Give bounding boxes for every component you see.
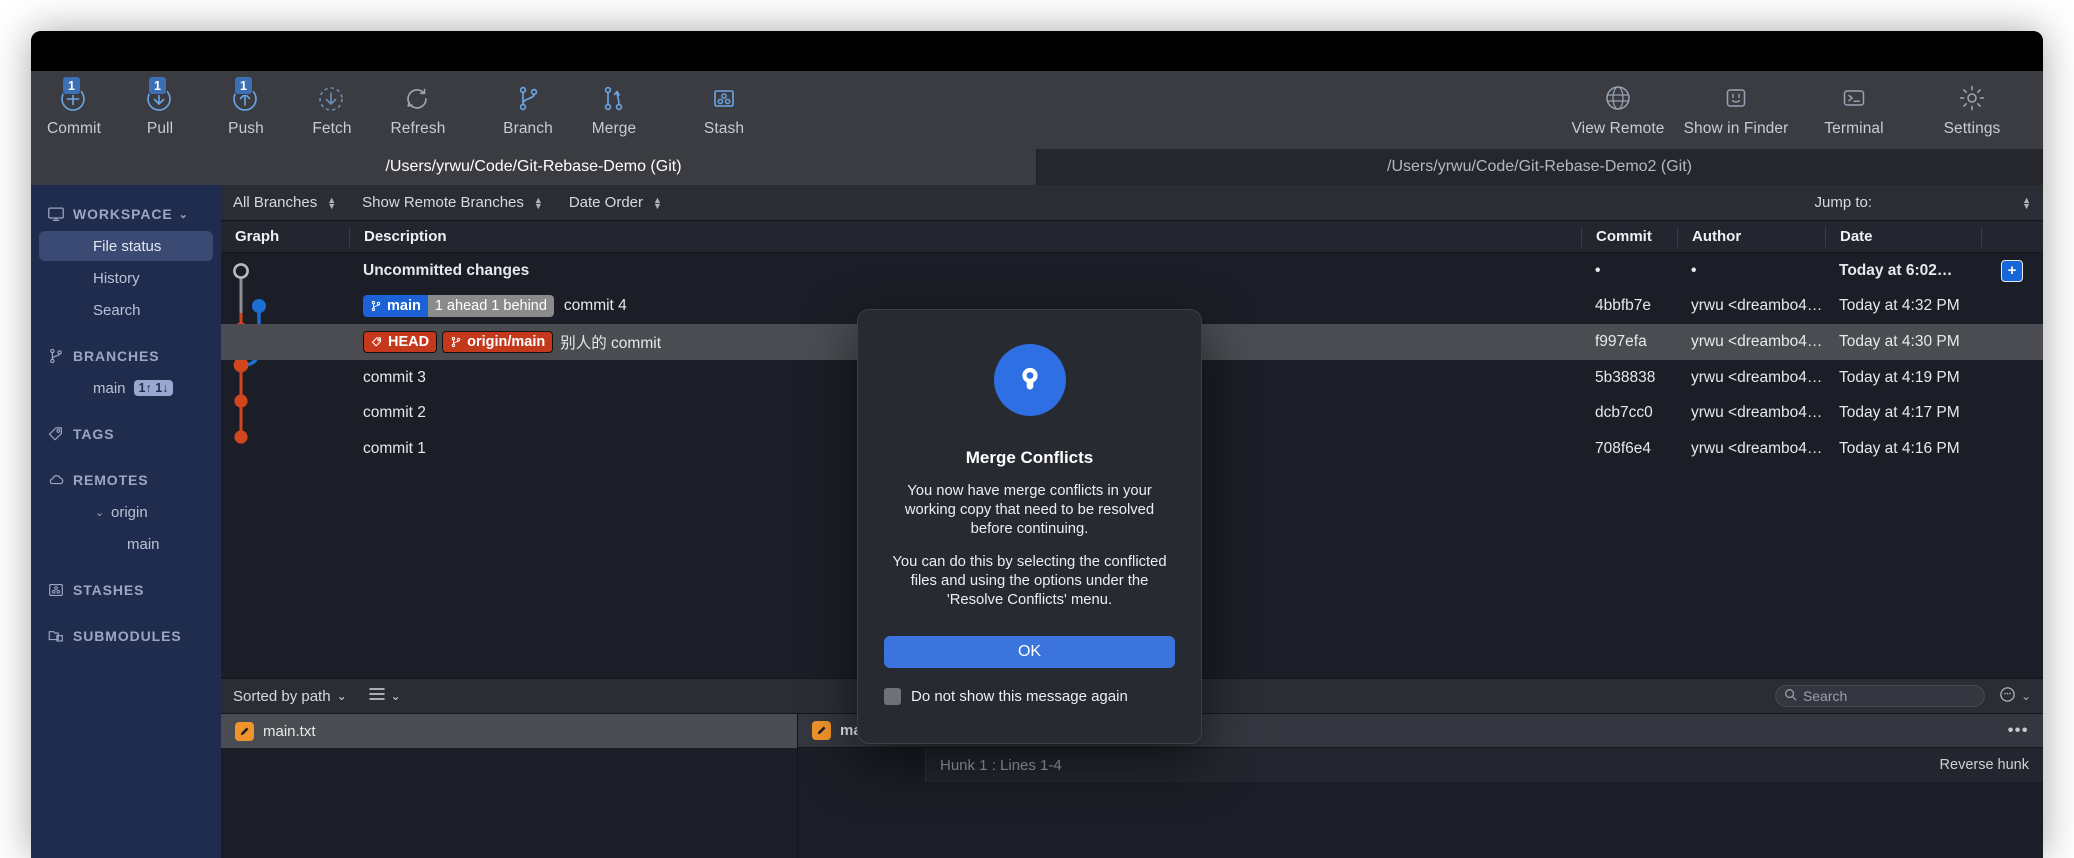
do-not-show-again-checkbox[interactable] <box>884 688 901 705</box>
dialog-title: Merge Conflicts <box>965 448 1094 467</box>
dialog-body: You now have merge conflicts in your wor… <box>884 482 1175 610</box>
dialog-paragraph-2: You can do this by selecting the conflic… <box>892 554 1167 608</box>
sourcetree-logo-icon <box>993 344 1066 416</box>
merge-conflicts-dialog: Merge Conflicts You now have merge confl… <box>857 309 1202 744</box>
do-not-show-again-label: Do not show this message again <box>911 688 1128 705</box>
dialog-paragraph-1: You now have merge conflicts in your wor… <box>904 483 1155 537</box>
sourcetree-window: 1 Commit 1 Pull 1 Push Fetch Refresh Bra… <box>31 31 2043 858</box>
ok-button[interactable]: OK <box>884 636 1175 668</box>
do-not-show-again-row[interactable]: Do not show this message again <box>884 688 1128 705</box>
modal-overlay: Merge Conflicts You now have merge confl… <box>31 31 2043 858</box>
